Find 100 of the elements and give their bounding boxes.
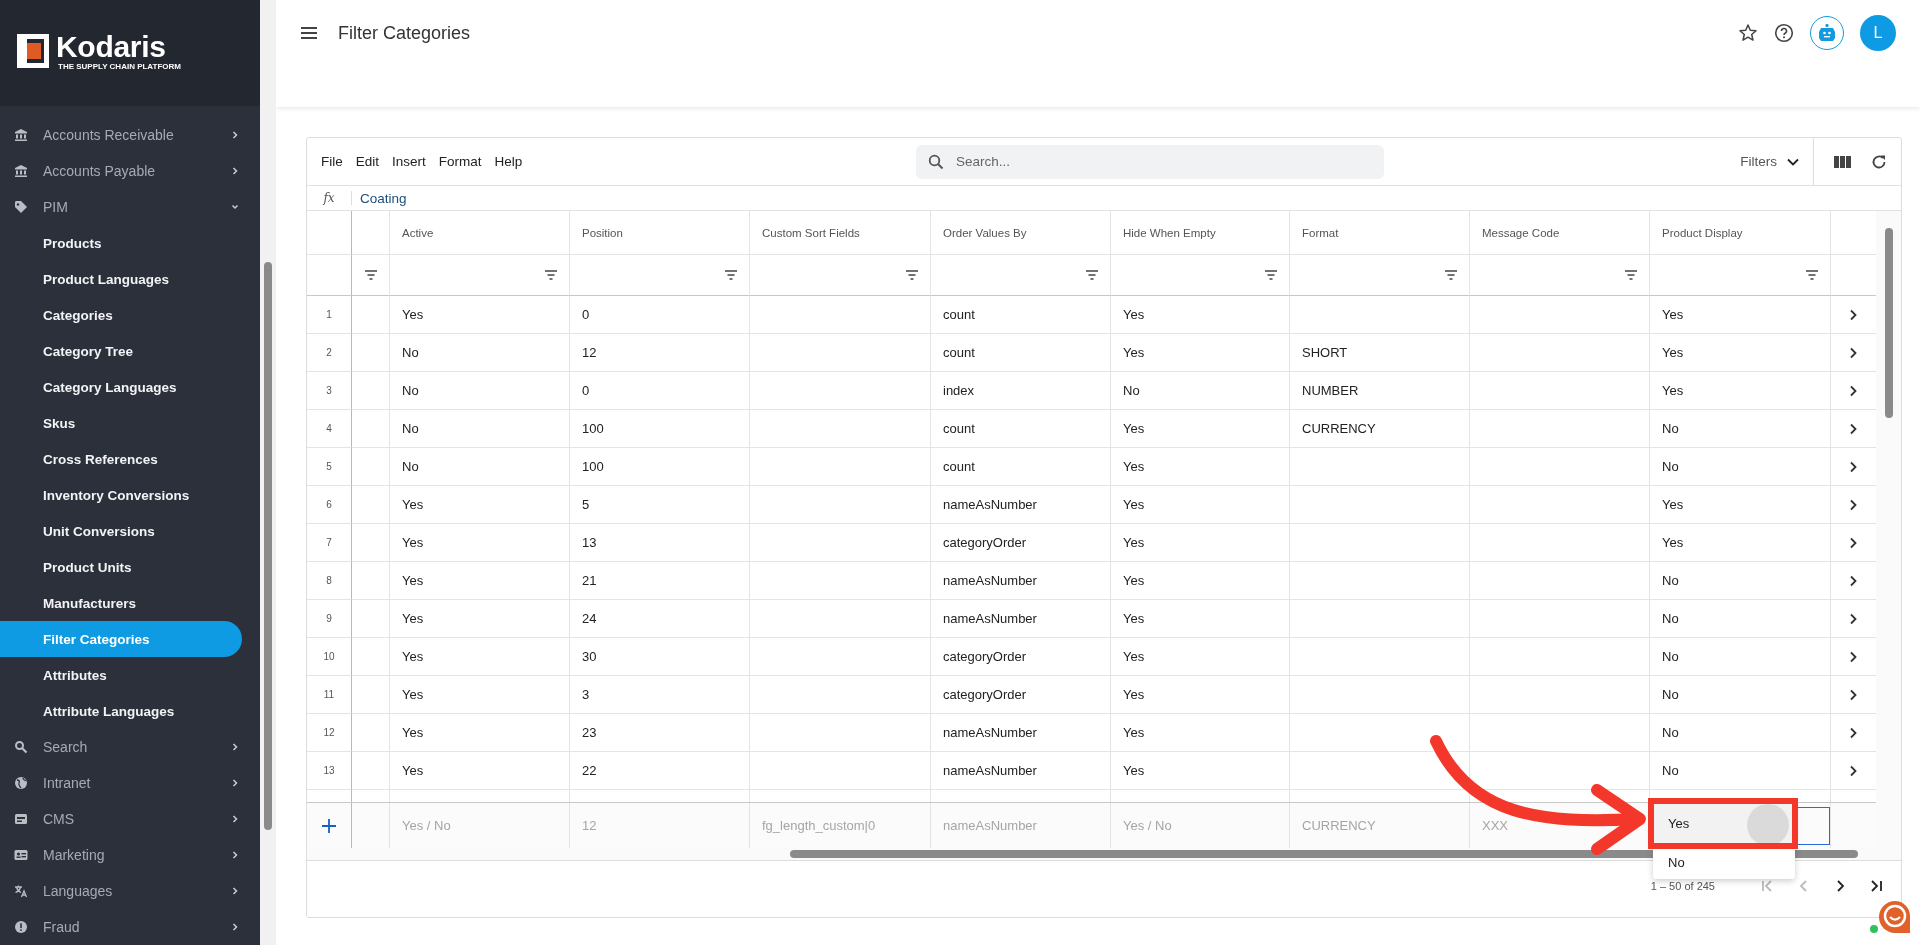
chevron-right-icon[interactable]: [1849, 650, 1858, 663]
nav-item[interactable]: Fraud: [0, 909, 260, 945]
menu-icon[interactable]: [300, 26, 318, 40]
table-cell: [352, 638, 390, 676]
table-cell: [352, 334, 390, 372]
nav-subitem[interactable]: Cross References: [0, 441, 242, 477]
tag-icon: [14, 200, 28, 214]
chevron-right-icon[interactable]: [1849, 612, 1858, 625]
menu-item[interactable]: Insert: [392, 154, 426, 169]
new-row-field[interactable]: Yes / No: [390, 817, 569, 834]
nav-subitem[interactable]: Inventory Conversions: [0, 477, 242, 513]
nav-subitem[interactable]: Skus: [0, 405, 242, 441]
table-cell: No: [1650, 600, 1831, 638]
chevron-right-icon[interactable]: [1849, 460, 1858, 473]
chevron-right-icon: [230, 778, 240, 788]
filter-icon[interactable]: [1086, 270, 1098, 280]
help-icon[interactable]: [1774, 23, 1794, 43]
chevron-right-icon[interactable]: [1849, 764, 1858, 777]
nav-subitem[interactable]: Categories: [0, 297, 242, 333]
menu-item[interactable]: File: [321, 154, 343, 169]
nav-item[interactable]: Accounts Payable: [0, 153, 260, 189]
last-page-icon: [1869, 879, 1883, 893]
nav-item[interactable]: Languages: [0, 873, 260, 909]
chevron-right-icon[interactable]: [1849, 536, 1858, 549]
table-cell: 24: [570, 600, 750, 638]
filter-icon[interactable]: [1625, 270, 1637, 280]
nav-item[interactable]: Intranet: [0, 765, 260, 801]
chevron-right-icon[interactable]: [1849, 422, 1858, 435]
column-header[interactable]: Order Values By: [931, 211, 1111, 255]
page-title: Filter Categories: [338, 22, 471, 44]
menu-item[interactable]: Edit: [355, 154, 380, 169]
filter-icon[interactable]: [1806, 270, 1818, 280]
new-row-field[interactable]: XXX: [1470, 817, 1649, 834]
table-cell: [352, 372, 390, 410]
columns-icon[interactable]: [1834, 154, 1851, 169]
nav-item[interactable]: Marketing: [0, 837, 260, 873]
search-field[interactable]: Search...: [916, 144, 1384, 179]
filter-icon[interactable]: [364, 270, 377, 280]
nav-item[interactable]: Search: [0, 729, 260, 765]
chevron-right-icon[interactable]: [1849, 574, 1858, 587]
column-header[interactable]: Message Code: [1470, 211, 1650, 255]
nav-subitem[interactable]: Category Languages: [0, 369, 242, 405]
scrollbar[interactable]: [1876, 211, 1901, 848]
nav-item[interactable]: Accounts Receivable: [0, 117, 260, 153]
chevron-right-icon[interactable]: [1849, 688, 1858, 701]
chevron-right-icon: [230, 886, 240, 896]
filters-dropdown[interactable]: Filters: [1740, 154, 1813, 169]
dropdown-option[interactable]: No: [1653, 846, 1795, 879]
nav-subitem[interactable]: Attributes: [0, 657, 242, 693]
new-row-field[interactable]: nameAsNumber: [931, 817, 1110, 834]
nav-item[interactable]: CMS: [0, 801, 260, 837]
chevron-right-icon[interactable]: [1849, 308, 1858, 321]
scrollbar[interactable]: [260, 0, 276, 945]
refresh-icon[interactable]: [1871, 153, 1887, 170]
filter-icon[interactable]: [725, 270, 737, 280]
formula-value[interactable]: Coating: [352, 190, 407, 206]
column-header[interactable]: Product Display: [1650, 211, 1831, 255]
filter-icon[interactable]: [1265, 270, 1277, 280]
search-icon: [928, 153, 944, 170]
nav-subitem[interactable]: Category Tree: [0, 333, 242, 369]
bank-icon: [14, 128, 28, 142]
add-icon[interactable]: [322, 818, 336, 833]
table-cell: [352, 524, 390, 562]
nav-item[interactable]: PIM: [0, 189, 260, 225]
menu-item[interactable]: Format: [438, 154, 482, 169]
column-header[interactable]: Format: [1290, 211, 1470, 255]
table-cell: No: [1650, 714, 1831, 752]
chevron-right-icon[interactable]: [1849, 726, 1858, 739]
nav-subitem[interactable]: Unit Conversions: [0, 513, 242, 549]
chevron-right-icon[interactable]: [1849, 498, 1858, 511]
column-header[interactable]: Hide When Empty: [1111, 211, 1290, 255]
menu-item[interactable]: Help: [494, 154, 523, 169]
table-cell: [352, 410, 390, 448]
filter-icon[interactable]: [545, 270, 557, 280]
filter-icon[interactable]: [906, 270, 918, 280]
new-row-field[interactable]: fg_length_custom|0: [750, 817, 930, 834]
column-header[interactable]: Active: [390, 211, 570, 255]
nav-subitem[interactable]: Manufacturers: [0, 585, 242, 621]
column-header[interactable]: Custom Sort Fields: [750, 211, 931, 255]
table-cell: 0: [570, 296, 750, 334]
card-icon: [14, 848, 28, 862]
table-cell: SHORT: [1290, 334, 1470, 372]
table-cell: NUMBER: [1290, 372, 1470, 410]
new-row-field[interactable]: CURRENCY: [1290, 817, 1469, 834]
table-cell: [352, 600, 390, 638]
nav-subitem[interactable]: Product Units: [0, 549, 242, 585]
new-row-field[interactable]: 12: [570, 817, 749, 834]
star-icon[interactable]: [1738, 23, 1758, 43]
nav-subitem[interactable]: Product Languages: [0, 261, 242, 297]
table-cell: Yes: [390, 524, 570, 562]
column-header[interactable]: Position: [570, 211, 750, 255]
table-cell: No: [1650, 448, 1831, 486]
new-row-field[interactable]: Yes / No: [1111, 817, 1289, 834]
nav-subitem[interactable]: Products: [0, 225, 242, 261]
logo-name: Kodaris: [56, 31, 167, 62]
nav-subitem[interactable]: Attribute Languages: [0, 693, 242, 729]
chevron-right-icon[interactable]: [1849, 346, 1858, 359]
filter-icon[interactable]: [1445, 270, 1457, 280]
table-cell: [352, 562, 390, 600]
chevron-right-icon[interactable]: [1849, 384, 1858, 397]
